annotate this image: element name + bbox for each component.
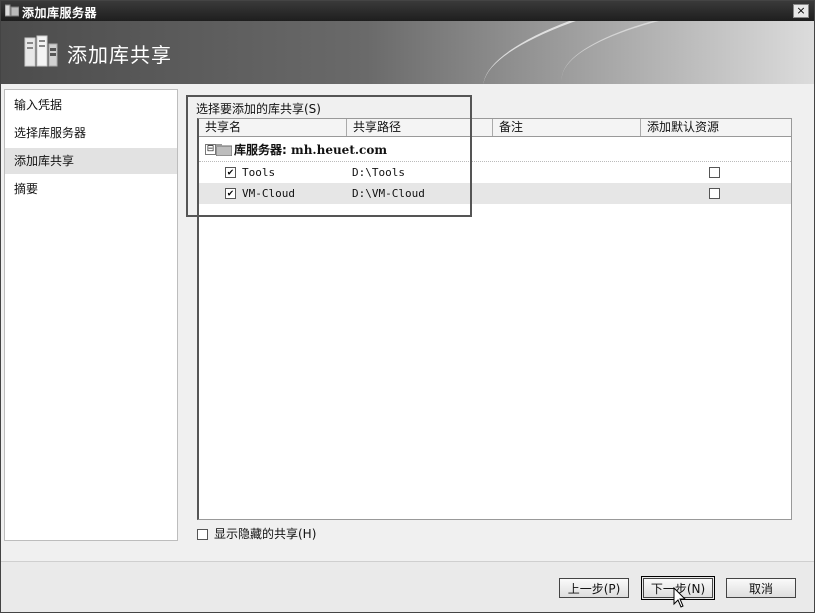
library-server-icon [24,35,58,67]
show-hidden-shares-checkbox[interactable] [197,529,208,540]
server-icon [5,4,19,17]
annotation-highlight [186,95,472,217]
page-title: 添加库共享 [67,43,172,67]
show-hidden-shares-option[interactable]: 显示隐藏的共享(H) [197,525,316,542]
step-enter-credentials[interactable]: 输入凭据 [5,92,177,118]
step-select-library-server[interactable]: 选择库服务器 [5,120,177,146]
add-library-server-dialog: 添加库服务器 × 添加库共享 输入凭据 选择库服务器 添加库共享 摘要 选择要添… [0,0,815,613]
wizard-steps-nav: 输入凭据 选择库服务器 添加库共享 摘要 [4,89,178,541]
column-header-notes[interactable]: 备注 [493,119,641,136]
header-banner: 添加库共享 [1,21,814,84]
add-default-resources-checkbox[interactable] [709,167,720,178]
close-button[interactable]: × [793,4,809,18]
title-bar[interactable]: 添加库服务器 × [1,1,814,21]
step-add-library-share[interactable]: 添加库共享 [5,148,177,174]
add-default-resources-checkbox[interactable] [709,188,720,199]
column-header-add-default-resources[interactable]: 添加默认资源 [641,119,791,136]
mouse-cursor-icon [673,587,687,608]
step-summary[interactable]: 摘要 [5,176,177,202]
cancel-button[interactable]: 取消 [726,578,796,598]
back-button[interactable]: 上一步(P) [559,578,629,598]
window-title: 添加库服务器 [22,6,98,20]
show-hidden-shares-label: 显示隐藏的共享(H) [214,527,317,541]
